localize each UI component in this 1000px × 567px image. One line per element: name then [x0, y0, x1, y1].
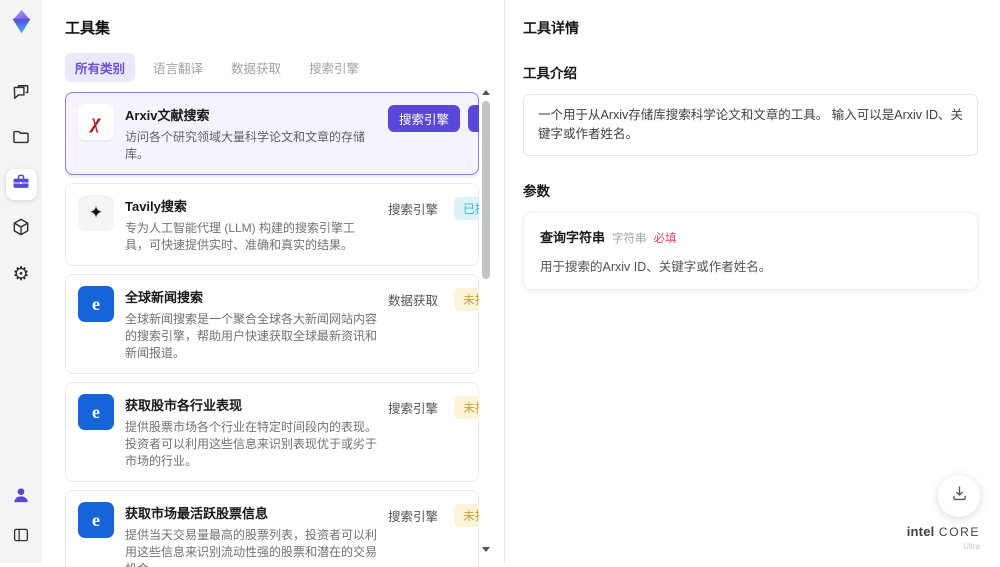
- app-logo-icon: [8, 8, 35, 35]
- sparkle-icon: [78, 195, 114, 231]
- tool-category-tag: 搜索引擎: [388, 510, 439, 524]
- category-tab[interactable]: 所有类别: [65, 53, 136, 82]
- tool-name: Arxiv文献搜索: [125, 108, 210, 123]
- category-tab[interactable]: 数据获取: [221, 53, 291, 82]
- tool-status-badge[interactable]: 未授权: [454, 396, 479, 419]
- intel-logo-text: intel: [906, 524, 935, 539]
- detail-title: 工具详情: [523, 20, 579, 36]
- tool-category-tag: 搜索引擎: [388, 203, 439, 217]
- tool-info: Arxiv文献搜索 访问各个研究领域大量科学论文和文章的存储库。: [125, 104, 377, 163]
- core-logo-text: core: [938, 525, 980, 539]
- sidebar-item-collapse[interactable]: [6, 522, 37, 553]
- scroll-down-arrow[interactable]: [482, 547, 490, 552]
- params-heading: 参数: [523, 183, 550, 199]
- toolbox-icon: [11, 172, 31, 197]
- tool-description: 专为人工智能代理 (LLM) 构建的搜索引擎工具，可快速提供实时、准确和真实的结…: [125, 221, 356, 252]
- tool-description: 提供股票市场各个行业在特定时间段内的表现。投资者可以利用这些信息来识别表现优于或…: [125, 420, 378, 468]
- download-button[interactable]: [938, 475, 980, 517]
- param-head: 查询字符串 字符串 必填: [540, 227, 961, 246]
- tool-status-badge[interactable]: 已授权: [468, 105, 479, 132]
- download-icon: [950, 484, 969, 508]
- tool-info: 全球新闻搜索 全球新闻搜索是一个聚合全球各大新闻网站内容的搜索引擎，帮助用户快速…: [125, 286, 377, 362]
- sidebar-item-chat[interactable]: [6, 79, 37, 110]
- chat-icon: [11, 82, 31, 107]
- news-icon: [78, 286, 114, 322]
- tool-intro-text: 一个用于从Arxiv存储库搜索科学论文和文章的工具。 输入可以是Arxiv ID…: [523, 94, 978, 156]
- param-required-label: 必填: [653, 232, 677, 245]
- cube-icon: [11, 217, 31, 242]
- tool-description: 全球新闻搜索是一个聚合全球各大新闻网站内容的搜索引擎，帮助用户快速获取全球最新资…: [125, 312, 378, 360]
- tool-tags: 搜索引擎 已授权: [388, 195, 479, 220]
- intel-core-logo: intel core Ultra: [907, 523, 980, 551]
- panel-toggle-icon: [12, 526, 30, 549]
- intel-ultra-text: Ultra: [963, 542, 980, 551]
- sidebar-item-toolbox[interactable]: [5, 169, 37, 200]
- param-type: 字符串: [612, 232, 647, 245]
- sidebar-item-profile[interactable]: [6, 482, 37, 513]
- app-sidebar: ⚙: [0, 0, 42, 563]
- tool-category-tag: 搜索引擎: [388, 105, 461, 132]
- scrollbar-thumb[interactable]: [482, 101, 490, 279]
- tool-list-panel: 工具集 所有类别语言翻译数据获取搜索引擎 Arxiv文献搜索 访问各个研究领域大…: [42, 0, 504, 567]
- tool-detail-panel: 工具详情 工具介绍 一个用于从Arxiv存储库搜索科学论文和文章的工具。 输入可…: [504, 0, 1000, 563]
- tool-name: 获取市场最活跃股票信息: [125, 506, 269, 521]
- scrollbar[interactable]: [481, 88, 492, 554]
- scroll-up-arrow[interactable]: [482, 90, 490, 95]
- tool-name: 全球新闻搜索: [125, 290, 204, 305]
- tool-card[interactable]: Tavily搜索 专为人工智能代理 (LLM) 构建的搜索引擎工具，可快速提供实…: [65, 183, 479, 266]
- tool-description: 访问各个研究领域大量科学论文和文章的存储库。: [125, 130, 366, 161]
- tool-info: 获取股市各行业表现 提供股票市场各个行业在特定时间段内的表现。投资者可以利用这些…: [125, 394, 377, 470]
- tool-name: Tavily搜索: [125, 199, 187, 214]
- tool-list: Arxiv文献搜索 访问各个研究领域大量科学论文和文章的存储库。 搜索引擎 已授…: [65, 92, 479, 567]
- category-tab[interactable]: 语言翻译: [143, 53, 213, 82]
- arxiv-icon: [78, 104, 114, 140]
- intro-heading: 工具介绍: [523, 66, 577, 81]
- avatar-icon: [11, 485, 31, 510]
- tool-category-tag: 数据获取: [388, 294, 439, 308]
- tool-name: 获取股市各行业表现: [125, 398, 243, 413]
- news-icon: [78, 394, 114, 430]
- param-card: 查询字符串 字符串 必填 用于搜索的Arxiv ID、关键字或作者姓名。: [523, 211, 978, 290]
- tool-tags: 搜索引擎 未授权: [388, 394, 479, 419]
- tool-status-badge[interactable]: 已授权: [454, 197, 479, 220]
- category-tabs: 所有类别 语言翻译 数据获取 搜索引擎: [65, 53, 504, 82]
- tool-card[interactable]: 全球新闻搜索 全球新闻搜索是一个聚合全球各大新闻网站内容的搜索引擎，帮助用户快速…: [65, 274, 479, 374]
- tool-tags: 搜索引擎 已授权: [388, 104, 479, 132]
- tool-category-tag: 搜索引擎: [388, 402, 439, 416]
- gear-icon: ⚙: [12, 264, 30, 285]
- folder-icon: [11, 127, 31, 152]
- tool-tags: 搜索引擎 未授权: [388, 502, 479, 527]
- category-tab[interactable]: 搜索引擎: [299, 53, 369, 82]
- tool-card[interactable]: 获取股市各行业表现 提供股票市场各个行业在特定时间段内的表现。投资者可以利用这些…: [65, 382, 479, 482]
- sidebar-item-files[interactable]: [6, 124, 37, 155]
- sidebar-item-settings[interactable]: ⚙: [6, 259, 37, 290]
- tool-tags: 数据获取 未授权: [388, 286, 479, 311]
- sidebar-item-packages[interactable]: [6, 214, 37, 245]
- page-title: 工具集: [65, 20, 111, 37]
- tool-description: 提供当天交易量最高的股票列表，投资者可以利用这些信息来识别流动性强的股票和潜在的…: [125, 528, 378, 567]
- tool-status-badge[interactable]: 未授权: [454, 288, 479, 311]
- news-icon: [78, 502, 114, 538]
- param-description: 用于搜索的Arxiv ID、关键字或作者姓名。: [540, 259, 772, 274]
- param-name: 查询字符串: [540, 229, 606, 245]
- tool-card[interactable]: Arxiv文献搜索 访问各个研究领域大量科学论文和文章的存储库。 搜索引擎 已授…: [65, 92, 479, 175]
- tool-card[interactable]: 获取市场最活跃股票信息 提供当天交易量最高的股票列表，投资者可以利用这些信息来识…: [65, 490, 479, 567]
- tool-status-badge[interactable]: 未授权: [454, 504, 479, 527]
- sidebar-nav: ⚙: [5, 79, 37, 290]
- tool-info: Tavily搜索 专为人工智能代理 (LLM) 构建的搜索引擎工具，可快速提供实…: [125, 195, 377, 254]
- tool-info: 获取市场最活跃股票信息 提供当天交易量最高的股票列表，投资者可以利用这些信息来识…: [125, 502, 377, 567]
